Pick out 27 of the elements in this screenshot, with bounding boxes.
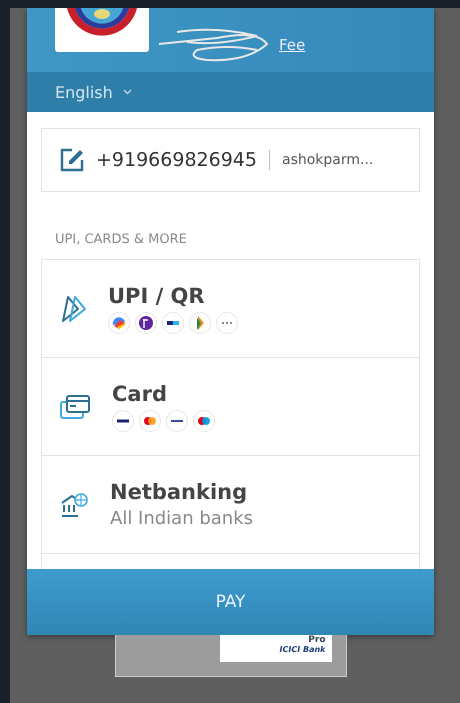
double-chevron-icon (60, 294, 86, 324)
bank-globe-icon (60, 492, 88, 518)
phone-number: +919669826945 (96, 149, 257, 171)
method-title: Netbanking (110, 480, 248, 504)
card-icon (60, 394, 90, 420)
payment-method[interactable]: UPI / QR (42, 260, 419, 358)
chevron-down-icon (122, 89, 132, 95)
arrow-logo-icon (189, 312, 211, 334)
overlapping-circles-icon (193, 410, 215, 432)
contact-card[interactable]: +919669826945 ashokparm... (41, 128, 420, 192)
method-subtitle: All Indian banks (110, 508, 254, 529)
card-network-logo-icon (166, 410, 188, 432)
overlapping-circles-icon (139, 410, 161, 432)
payment-method[interactable]: Card (42, 358, 419, 456)
payment-app-logo-icon (135, 312, 157, 334)
email-address: ashokparm... (282, 152, 374, 168)
section-label: UPI, CARDS & MORE (55, 232, 188, 247)
method-title: UPI / QR (108, 284, 206, 308)
method-title: Card (112, 382, 168, 406)
more-icon (216, 312, 238, 334)
language-selector[interactable]: English (55, 82, 132, 102)
badge-bank-name: ICICI Bank (280, 645, 326, 654)
merchant-title: Fee (279, 36, 306, 54)
payment-method[interactable]: Netbanking All Indian banks (42, 456, 419, 554)
badge-title: Pro (308, 635, 326, 645)
card-network-logo-icon (112, 410, 134, 432)
edit-icon (60, 148, 84, 172)
